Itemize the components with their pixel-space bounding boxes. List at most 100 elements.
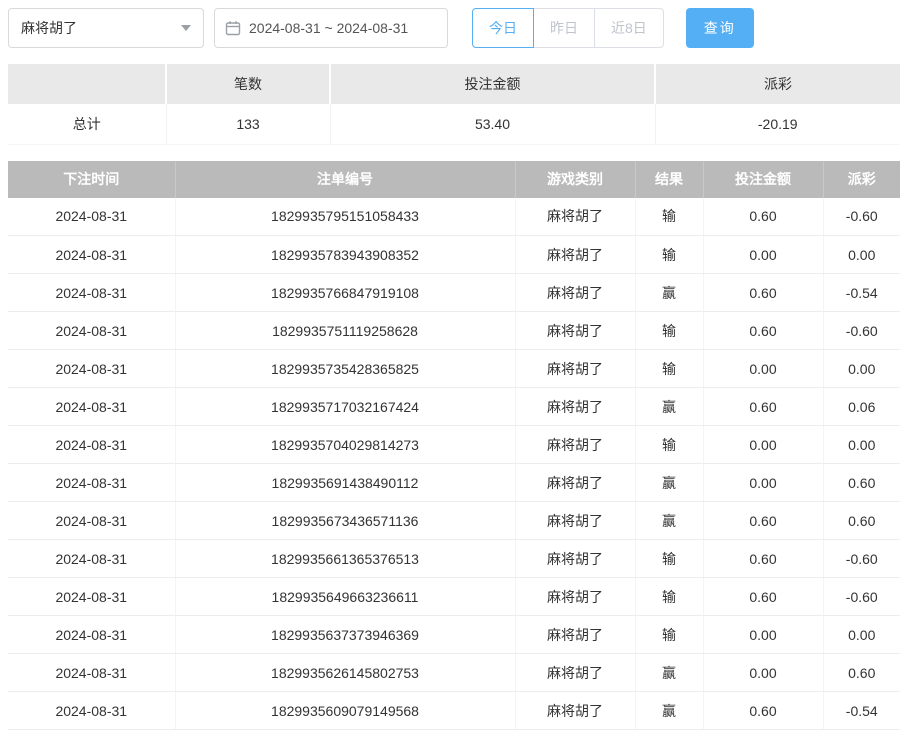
cell-result: 输 (635, 312, 703, 350)
table-row: 2024-08-31 1829935795151058433 麻将胡了 输 0.… (8, 198, 900, 236)
summary-header-row: 笔数 投注金额 派彩 (8, 64, 900, 104)
cell-date: 2024-08-31 (8, 654, 175, 692)
cell-payout: 0.60 (823, 464, 900, 502)
cell-amount: 0.00 (703, 616, 823, 654)
cell-payout: 0.60 (823, 502, 900, 540)
cell-game: 麻将胡了 (515, 198, 635, 236)
date-range-picker[interactable]: 2024-08-31 ~ 2024-08-31 (214, 8, 448, 48)
cell-id: 1829935704029814273 (175, 426, 515, 464)
cell-id: 1829935609079149568 (175, 692, 515, 730)
cell-amount: 0.00 (703, 236, 823, 274)
cell-result: 输 (635, 616, 703, 654)
bet-table-header-row: 下注时间 注单编号 游戏类别 结果 投注金额 派彩 (8, 161, 900, 198)
cell-amount: 0.00 (703, 350, 823, 388)
cell-amount: 0.60 (703, 274, 823, 312)
cell-payout: 0.00 (823, 350, 900, 388)
cell-result: 输 (635, 198, 703, 236)
table-row: 2024-08-31 1829935783943908352 麻将胡了 输 0.… (8, 236, 900, 274)
cell-amount: 0.60 (703, 198, 823, 236)
table-row: 2024-08-31 1829935609079149568 麻将胡了 赢 0.… (8, 692, 900, 730)
summary-total-label: 总计 (8, 104, 166, 144)
today-button[interactable]: 今日 (472, 8, 534, 48)
cell-amount: 0.60 (703, 692, 823, 730)
cell-result: 输 (635, 350, 703, 388)
cell-game: 麻将胡了 (515, 464, 635, 502)
cell-payout: 0.60 (823, 654, 900, 692)
game-select[interactable]: 麻将胡了 (8, 8, 204, 48)
cell-date: 2024-08-31 (8, 578, 175, 616)
table-row: 2024-08-31 1829935626145802753 麻将胡了 赢 0.… (8, 654, 900, 692)
cell-id: 1829935626145802753 (175, 654, 515, 692)
cell-payout: -0.54 (823, 274, 900, 312)
cell-result: 输 (635, 540, 703, 578)
cell-result: 输 (635, 236, 703, 274)
date-range-value: 2024-08-31 ~ 2024-08-31 (249, 20, 408, 36)
cell-payout: 0.00 (823, 616, 900, 654)
table-row: 2024-08-31 1829935717032167424 麻将胡了 赢 0.… (8, 388, 900, 426)
summary-total-payout: -20.19 (655, 104, 900, 144)
cell-id: 1829935735428365825 (175, 350, 515, 388)
cell-game: 麻将胡了 (515, 274, 635, 312)
header-result: 结果 (635, 161, 703, 198)
cell-game: 麻将胡了 (515, 654, 635, 692)
table-row: 2024-08-31 1829935637373946369 麻将胡了 输 0.… (8, 616, 900, 654)
table-row: 2024-08-31 1829935673436571136 麻将胡了 赢 0.… (8, 502, 900, 540)
chevron-down-icon (181, 25, 191, 31)
cell-id: 1829935649663236611 (175, 578, 515, 616)
cell-result: 赢 (635, 464, 703, 502)
cell-payout: -0.60 (823, 540, 900, 578)
cell-game: 麻将胡了 (515, 312, 635, 350)
table-row: 2024-08-31 1829935649663236611 麻将胡了 输 0.… (8, 578, 900, 616)
cell-game: 麻将胡了 (515, 236, 635, 274)
cell-result: 赢 (635, 692, 703, 730)
cell-payout: -0.60 (823, 198, 900, 236)
summary-total-count: 133 (166, 104, 330, 144)
cell-date: 2024-08-31 (8, 616, 175, 654)
cell-date: 2024-08-31 (8, 464, 175, 502)
cell-id: 1829935661365376513 (175, 540, 515, 578)
header-bet-amount: 投注金额 (703, 161, 823, 198)
cell-payout: -0.54 (823, 692, 900, 730)
cell-date: 2024-08-31 (8, 274, 175, 312)
cell-date: 2024-08-31 (8, 236, 175, 274)
table-row: 2024-08-31 1829935735428365825 麻将胡了 输 0.… (8, 350, 900, 388)
cell-game: 麻将胡了 (515, 350, 635, 388)
header-game-type: 游戏类别 (515, 161, 635, 198)
cell-result: 赢 (635, 388, 703, 426)
table-row: 2024-08-31 1829935751119258628 麻将胡了 输 0.… (8, 312, 900, 350)
cell-game: 麻将胡了 (515, 388, 635, 426)
last-8-days-button[interactable]: 近8日 (594, 8, 664, 48)
cell-id: 1829935766847919108 (175, 274, 515, 312)
cell-date: 2024-08-31 (8, 312, 175, 350)
header-bet-time: 下注时间 (8, 161, 175, 198)
cell-payout: 0.00 (823, 236, 900, 274)
query-button[interactable]: 查询 (686, 8, 754, 48)
cell-amount: 0.00 (703, 464, 823, 502)
cell-date: 2024-08-31 (8, 692, 175, 730)
cell-game: 麻将胡了 (515, 540, 635, 578)
cell-id: 1829935717032167424 (175, 388, 515, 426)
yesterday-button[interactable]: 昨日 (533, 8, 595, 48)
cell-id: 1829935673436571136 (175, 502, 515, 540)
cell-amount: 0.60 (703, 540, 823, 578)
summary-total-bet-amount: 53.40 (330, 104, 655, 144)
cell-amount: 0.60 (703, 312, 823, 350)
cell-id: 1829935795151058433 (175, 198, 515, 236)
cell-payout: -0.60 (823, 578, 900, 616)
page: 麻将胡了 2024-08-31 ~ 2024-08-31 今日 昨日 近8日 查… (0, 0, 908, 738)
cell-id: 1829935691438490112 (175, 464, 515, 502)
bet-table-body: 2024-08-31 1829935795151058433 麻将胡了 输 0.… (8, 198, 900, 730)
cell-result: 赢 (635, 274, 703, 312)
cell-date: 2024-08-31 (8, 502, 175, 540)
cell-date: 2024-08-31 (8, 426, 175, 464)
cell-amount: 0.60 (703, 578, 823, 616)
quick-range-buttons: 今日 昨日 近8日 (472, 8, 664, 48)
calendar-icon (225, 20, 241, 36)
toolbar: 麻将胡了 2024-08-31 ~ 2024-08-31 今日 昨日 近8日 查… (8, 8, 900, 48)
cell-result: 输 (635, 578, 703, 616)
game-select-value: 麻将胡了 (21, 18, 77, 38)
cell-id: 1829935783943908352 (175, 236, 515, 274)
cell-game: 麻将胡了 (515, 426, 635, 464)
table-row: 2024-08-31 1829935691438490112 麻将胡了 赢 0.… (8, 464, 900, 502)
summary-table: 笔数 投注金额 派彩 总计 133 53.40 -20.19 (8, 64, 900, 145)
